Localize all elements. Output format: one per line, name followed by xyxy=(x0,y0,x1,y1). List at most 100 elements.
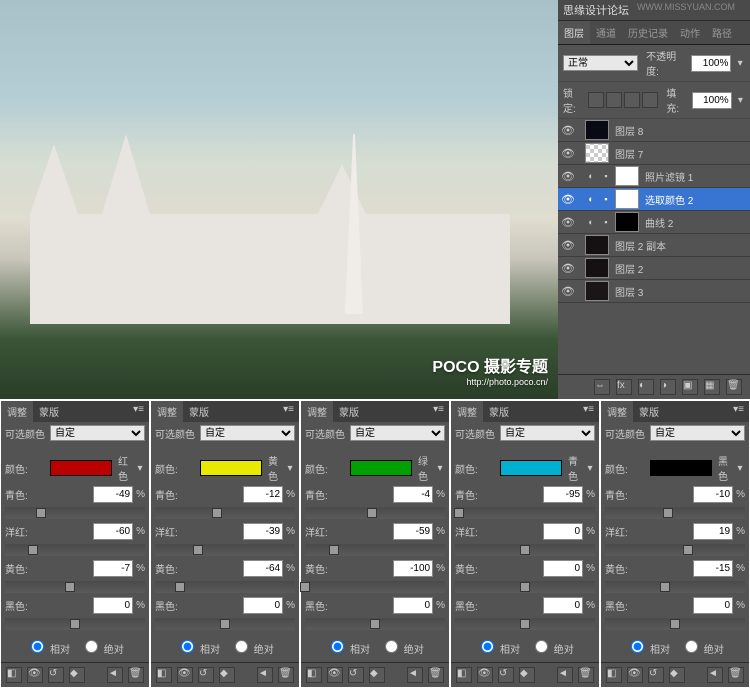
channel-value[interactable] xyxy=(243,523,283,540)
chevron-down-icon[interactable]: ▾ xyxy=(735,58,745,69)
visibility-icon[interactable]: 👁 xyxy=(561,192,575,206)
channel-slider[interactable] xyxy=(455,581,595,593)
toggle-icon[interactable]: ◧ xyxy=(6,667,22,683)
channel-slider[interactable] xyxy=(455,544,595,556)
channel-slider[interactable] xyxy=(605,581,745,593)
lock-pixels-icon[interactable] xyxy=(606,92,622,108)
channel-value[interactable] xyxy=(93,486,133,503)
panel-menu-icon[interactable]: ▾≡ xyxy=(278,401,299,422)
trash-icon[interactable]: 🗑 xyxy=(726,379,742,395)
channel-value[interactable] xyxy=(243,560,283,577)
channel-value[interactable] xyxy=(93,523,133,540)
lock-position-icon[interactable] xyxy=(624,92,640,108)
chevron-down-icon[interactable]: ▾ xyxy=(435,463,445,474)
clip-icon[interactable]: ◆ xyxy=(669,667,685,683)
reset-icon[interactable]: ↺ xyxy=(48,667,64,683)
view-icon[interactable]: 👁 xyxy=(177,667,193,683)
layer-thumb[interactable] xyxy=(585,258,609,278)
channel-slider[interactable] xyxy=(455,507,595,519)
channel-slider[interactable] xyxy=(305,544,445,556)
channel-value[interactable] xyxy=(693,560,733,577)
visibility-icon[interactable]: 👁 xyxy=(561,238,575,252)
tab-mask[interactable]: 蒙版 xyxy=(33,401,65,422)
visibility-icon[interactable]: 👁 xyxy=(561,169,575,183)
trash-icon[interactable]: 🗑 xyxy=(428,667,444,683)
panel-menu-icon[interactable]: ▾≡ xyxy=(428,401,449,422)
channel-slider[interactable] xyxy=(155,581,295,593)
tab-adjust[interactable]: 调整 xyxy=(151,401,183,422)
chevron-down-icon[interactable]: ▾ xyxy=(285,463,295,474)
prev-icon[interactable]: ◄ xyxy=(257,667,273,683)
preset-select[interactable]: 自定 xyxy=(50,425,145,441)
trash-icon[interactable]: 🗑 xyxy=(728,667,744,683)
channel-slider[interactable] xyxy=(305,507,445,519)
layer-thumb[interactable] xyxy=(585,281,609,301)
layer-thumb[interactable] xyxy=(585,143,609,163)
channel-value[interactable] xyxy=(393,486,433,503)
reset-icon[interactable]: ↺ xyxy=(648,667,664,683)
layer-thumb[interactable] xyxy=(585,120,609,140)
panel-menu-icon[interactable]: ▾≡ xyxy=(728,401,749,422)
preset-select[interactable]: 自定 xyxy=(650,425,745,441)
layer-mask[interactable] xyxy=(615,212,639,232)
tab-adjust[interactable]: 调整 xyxy=(451,401,483,422)
channel-value[interactable] xyxy=(93,597,133,614)
chevron-down-icon[interactable]: ▾ xyxy=(135,463,145,474)
adjustment-icon[interactable]: ◑ xyxy=(660,379,676,395)
trash-icon[interactable]: 🗑 xyxy=(128,667,144,683)
color-swatch[interactable] xyxy=(50,460,112,476)
fill-input[interactable] xyxy=(692,92,732,109)
tab-图层[interactable]: 图层 xyxy=(558,21,590,44)
new-layer-icon[interactable]: ▦ xyxy=(704,379,720,395)
link-layers-icon[interactable]: ⇔ xyxy=(594,379,610,395)
channel-value[interactable] xyxy=(393,597,433,614)
channel-value[interactable] xyxy=(243,597,283,614)
view-icon[interactable]: 👁 xyxy=(477,667,493,683)
channel-value[interactable] xyxy=(543,597,583,614)
tab-mask[interactable]: 蒙版 xyxy=(183,401,215,422)
channel-slider[interactable] xyxy=(155,544,295,556)
folder-icon[interactable]: ▣ xyxy=(682,379,698,395)
channel-slider[interactable] xyxy=(5,581,145,593)
channel-slider[interactable] xyxy=(605,544,745,556)
channel-slider[interactable] xyxy=(605,618,745,630)
view-icon[interactable]: 👁 xyxy=(27,667,43,683)
trash-icon[interactable]: 🗑 xyxy=(578,667,594,683)
channel-value[interactable] xyxy=(93,560,133,577)
preset-select[interactable]: 自定 xyxy=(200,425,295,441)
layer-mask[interactable] xyxy=(615,189,639,209)
tab-adjust[interactable]: 调整 xyxy=(1,401,33,422)
toggle-icon[interactable]: ◧ xyxy=(306,667,322,683)
clip-icon[interactable]: ◆ xyxy=(69,667,85,683)
tab-mask[interactable]: 蒙版 xyxy=(483,401,515,422)
toggle-icon[interactable]: ◧ xyxy=(456,667,472,683)
clip-icon[interactable]: ◆ xyxy=(369,667,385,683)
image-canvas[interactable]: POCO 摄影专题 http://photo.poco.cn/ xyxy=(0,0,558,399)
channel-slider[interactable] xyxy=(305,618,445,630)
color-swatch[interactable] xyxy=(650,460,712,476)
clip-icon[interactable]: ◆ xyxy=(519,667,535,683)
layer-row[interactable]: 👁图层 2 副本 xyxy=(558,234,750,257)
chevron-down-icon[interactable]: ▾ xyxy=(735,463,745,474)
preset-select[interactable]: 自定 xyxy=(500,425,595,441)
color-swatch[interactable] xyxy=(200,460,262,476)
channel-slider[interactable] xyxy=(5,507,145,519)
mask-icon[interactable]: ◐ xyxy=(638,379,654,395)
panel-menu-icon[interactable]: ▾≡ xyxy=(578,401,599,422)
chevron-down-icon[interactable]: ▾ xyxy=(585,463,595,474)
tab-动作[interactable]: 动作 xyxy=(674,21,706,44)
color-swatch[interactable] xyxy=(500,460,562,476)
preset-select[interactable]: 自定 xyxy=(350,425,445,441)
visibility-icon[interactable]: 👁 xyxy=(561,261,575,275)
tab-mask[interactable]: 蒙版 xyxy=(333,401,365,422)
visibility-icon[interactable]: 👁 xyxy=(561,284,575,298)
channel-slider[interactable] xyxy=(5,618,145,630)
prev-icon[interactable]: ◄ xyxy=(407,667,423,683)
prev-icon[interactable]: ◄ xyxy=(707,667,723,683)
lock-transparent-icon[interactable] xyxy=(588,92,604,108)
prev-icon[interactable]: ◄ xyxy=(557,667,573,683)
color-swatch[interactable] xyxy=(350,460,412,476)
tab-mask[interactable]: 蒙版 xyxy=(633,401,665,422)
tab-路径[interactable]: 路径 xyxy=(706,21,738,44)
fx-icon[interactable]: fx xyxy=(616,379,632,395)
